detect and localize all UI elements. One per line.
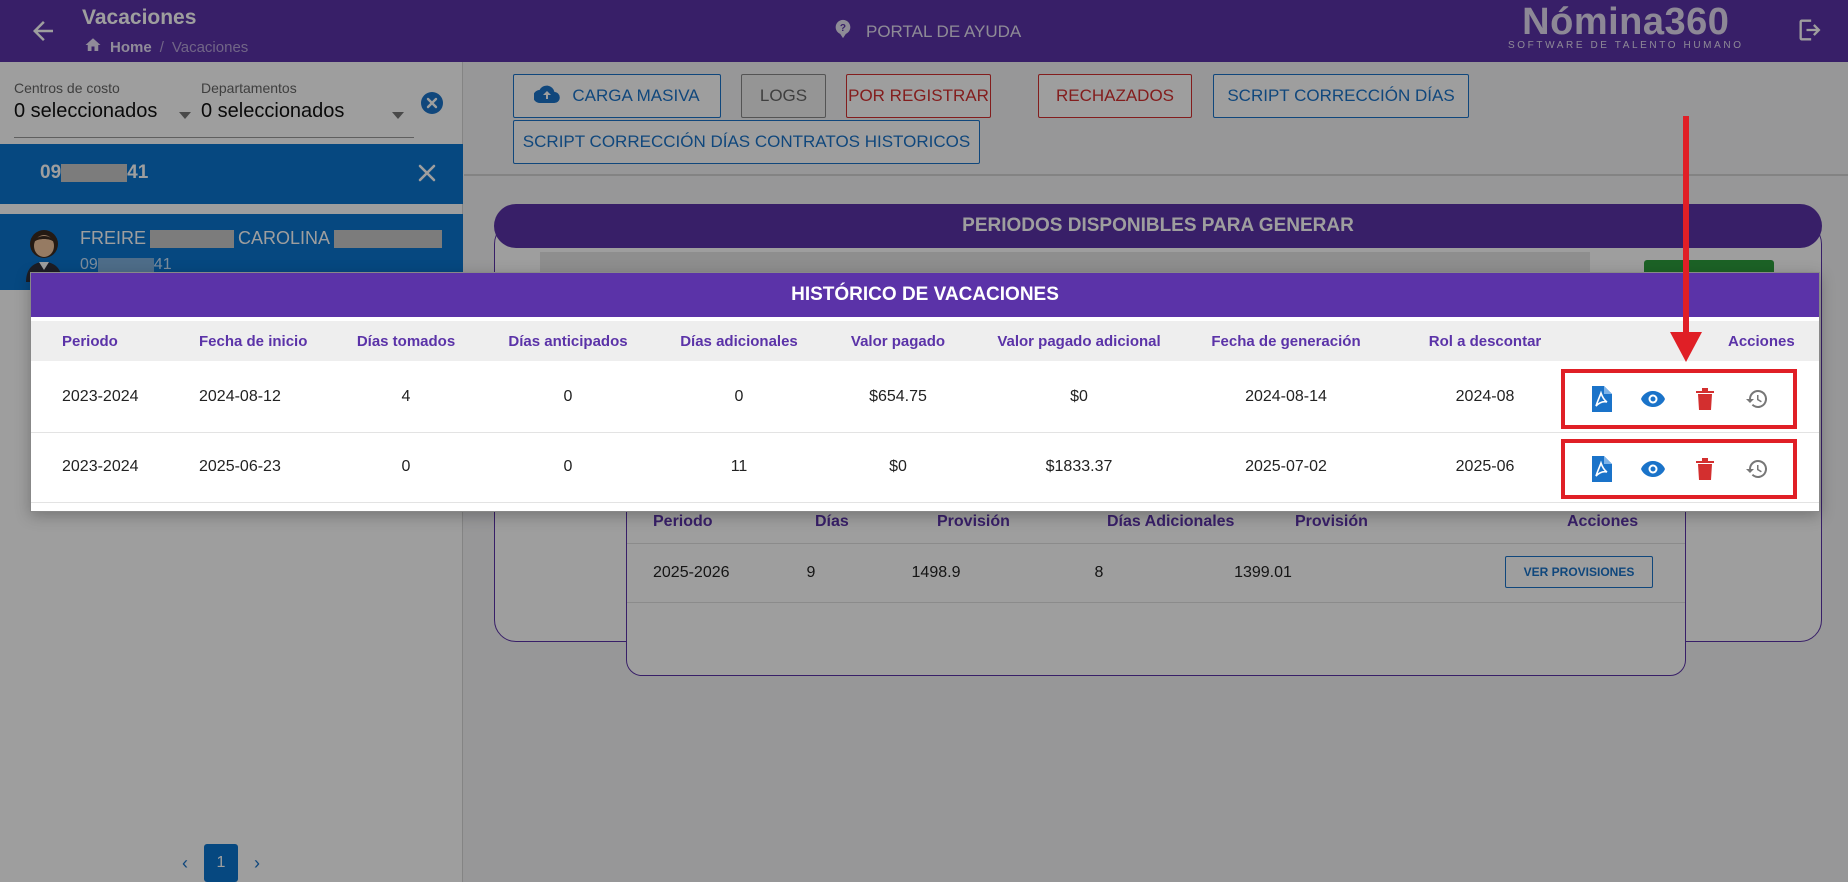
eye-icon[interactable] — [1639, 385, 1667, 413]
cell-valor-pagado: $654.75 — [869, 388, 927, 405]
cell-dias-adicionales: 0 — [734, 388, 744, 405]
history-modal: HISTÓRICO DE VACACIONES Periodo Fecha de… — [30, 272, 1820, 512]
pdf-icon[interactable] — [1587, 455, 1615, 483]
history-table-header: Periodo Fecha de inicio Días tomados Día… — [31, 321, 1819, 361]
cell-rol-descontar: 2025-06 — [1455, 458, 1515, 475]
col-valor-pagado-adicional: Valor pagado adicional — [997, 333, 1161, 350]
annotation-arrow-head — [1670, 332, 1702, 362]
cell-dias-adicionales: 11 — [730, 458, 748, 475]
cell-dias-anticipados: 0 — [563, 458, 573, 475]
col-fecha-inicio: Fecha de inicio — [199, 333, 308, 350]
col-dias-anticipados: Días anticipados — [508, 333, 628, 350]
cell-valor-pagado: $0 — [889, 458, 907, 475]
pdf-icon[interactable] — [1587, 385, 1615, 413]
cell-dias-tomados: 4 — [401, 388, 411, 405]
modal-title: HISTÓRICO DE VACACIONES — [31, 273, 1819, 317]
trash-icon[interactable] — [1691, 455, 1719, 483]
annotation-arrow-shaft — [1683, 116, 1689, 336]
col-dias-adicionales: Días adicionales — [680, 333, 798, 350]
col-acciones: Acciones — [1728, 333, 1795, 350]
cell-dias-anticipados: 0 — [563, 388, 573, 405]
table-row: 2023-2024 2025-06-23 0 0 11 $0 $1833.37 … — [31, 433, 1819, 503]
cell-fecha-generacion: 2024-08-14 — [1245, 388, 1327, 405]
row-actions-highlight — [1561, 439, 1797, 499]
row-actions-highlight — [1561, 369, 1797, 429]
cell-fecha-generacion: 2025-07-02 — [1245, 458, 1327, 475]
cell-fecha-inicio: 2024-08-12 — [199, 388, 281, 405]
history-icon[interactable] — [1743, 455, 1771, 483]
col-dias-tomados: Días tomados — [356, 333, 456, 350]
cell-fecha-inicio: 2025-06-23 — [199, 458, 281, 475]
cell-periodo: 2023-2024 — [62, 458, 139, 475]
col-periodo: Periodo — [62, 333, 118, 350]
cell-valor-pagado-adicional: $0 — [1070, 388, 1088, 405]
cell-valor-pagado-adicional: $1833.37 — [1045, 458, 1113, 475]
cell-rol-descontar: 2024-08 — [1455, 388, 1515, 405]
cell-periodo: 2023-2024 — [62, 388, 139, 405]
col-fecha-generacion: Fecha de generación — [1211, 333, 1361, 350]
trash-icon[interactable] — [1691, 385, 1719, 413]
cell-dias-tomados: 0 — [401, 458, 411, 475]
eye-icon[interactable] — [1639, 455, 1667, 483]
col-rol-descontar: Rol a descontar — [1428, 333, 1542, 350]
col-valor-pagado: Valor pagado — [850, 333, 946, 350]
history-icon[interactable] — [1743, 385, 1771, 413]
table-row: 2023-2024 2024-08-12 4 0 0 $654.75 $0 20… — [31, 363, 1819, 433]
